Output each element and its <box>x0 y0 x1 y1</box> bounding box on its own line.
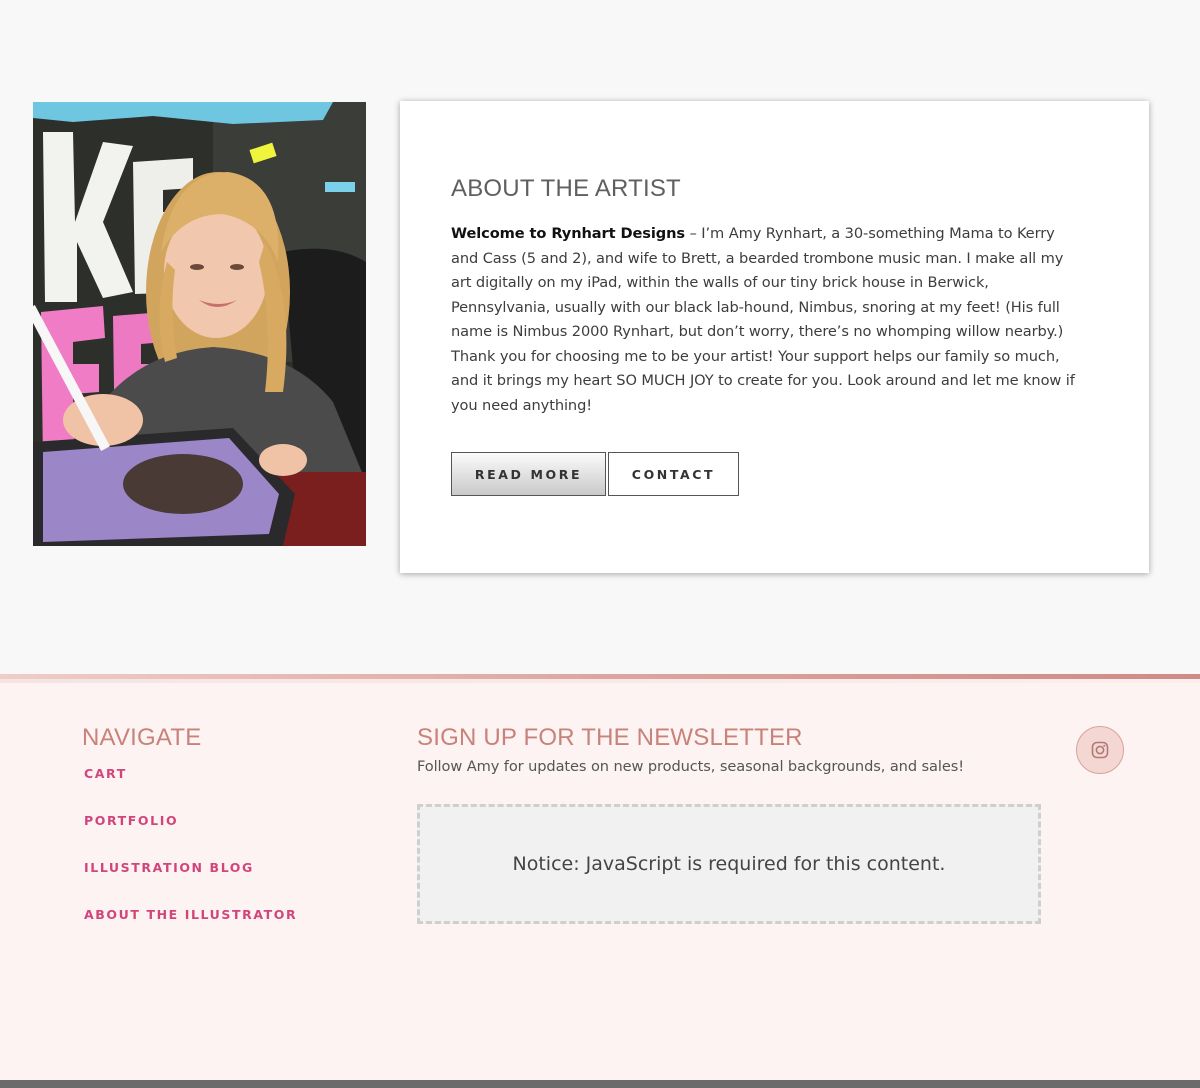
page: ABOUT THE ARTIST Welcome to Rynhart Desi… <box>0 0 1200 1088</box>
about-intro-body: – I’m Amy Rynhart, a 30-something Mama t… <box>451 225 1075 414</box>
about-title: ABOUT THE ARTIST <box>451 175 681 202</box>
artist-photo-illustration <box>33 102 366 546</box>
nav-link-portfolio[interactable]: PORTFOLIO <box>84 813 297 860</box>
about-intro-bold: Welcome to Rynhart Designs <box>451 225 686 242</box>
nav-link-cart[interactable]: CART <box>84 766 297 813</box>
about-text: Welcome to Rynhart Designs – I’m Amy Ryn… <box>451 222 1079 418</box>
about-card: ABOUT THE ARTIST Welcome to Rynhart Desi… <box>400 101 1149 573</box>
navigate-heading: NAVIGATE <box>82 724 202 751</box>
javascript-notice: Notice: JavaScript is required for this … <box>512 853 946 875</box>
newsletter-subtitle: Follow Amy for updates on new products, … <box>417 758 964 775</box>
read-more-button[interactable]: READ MORE <box>451 452 606 496</box>
footer-divider-shade <box>0 679 1200 683</box>
footer: NAVIGATE CART PORTFOLIO ILLUSTRATION BLO… <box>0 674 1200 1080</box>
about-section: ABOUT THE ARTIST Welcome to Rynhart Desi… <box>0 0 1200 674</box>
newsletter-heading: SIGN UP FOR THE NEWSLETTER <box>417 724 803 751</box>
newsletter-form-placeholder: Notice: JavaScript is required for this … <box>417 804 1041 924</box>
nav-link-about-illustrator[interactable]: ABOUT THE ILLUSTRATOR <box>84 907 297 954</box>
bottom-bar <box>0 1080 1200 1088</box>
nav-link-illustration-blog[interactable]: ILLUSTRATION BLOG <box>84 860 297 907</box>
instagram-icon <box>1091 741 1109 759</box>
instagram-button[interactable] <box>1076 726 1124 774</box>
footer-nav: CART PORTFOLIO ILLUSTRATION BLOG ABOUT T… <box>84 766 297 954</box>
artist-photo <box>33 102 366 546</box>
contact-button[interactable]: CONTACT <box>608 452 739 496</box>
